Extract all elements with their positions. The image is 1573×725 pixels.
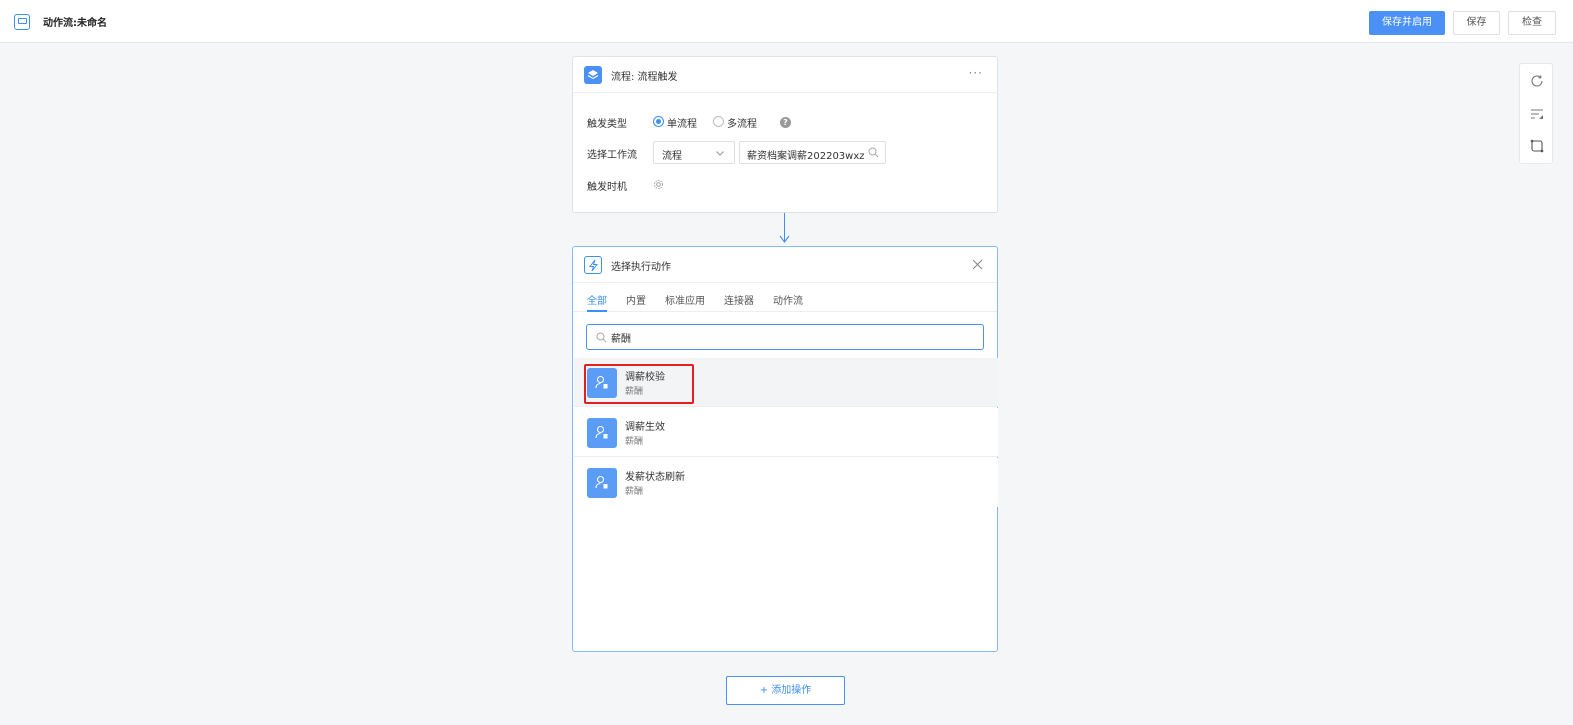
refresh-icon [1531,75,1543,87]
radio-multi-flow[interactable] [713,116,724,127]
save-button[interactable]: 保存 [1453,11,1500,35]
radio-single-flow-label: 单流程 [667,119,697,130]
trigger-time-label: 触发时机 [587,182,627,193]
sort-tool[interactable] [1520,99,1554,131]
user-badge-icon [587,468,617,498]
trigger-card-title: 流程: 流程触发 [611,72,678,83]
action-search-box[interactable] [586,324,984,350]
highlight-box [584,364,694,404]
list-item[interactable]: 调薪生效 薪酬 [574,408,998,457]
action-card-header: 选择执行动作 [573,247,997,283]
search-icon[interactable] [868,147,879,158]
list-item[interactable]: 发薪状态刷新 薪酬 [574,458,998,507]
active-tab-indicator [587,310,607,312]
result-category: 薪酬 [625,437,644,447]
chevron-down-icon [716,151,724,156]
action-card-title: 选择执行动作 [611,262,671,273]
tab-standard-apps[interactable]: 标准应用 [665,292,705,307]
result-name: 调薪生效 [625,422,665,433]
result-category: 薪酬 [625,487,644,497]
workflow-input[interactable]: 薪资档案调薪202203wxz [739,141,886,164]
workflow-input-value: 薪资档案调薪202203wxz [747,151,865,162]
bolt-icon [584,256,602,274]
more-icon[interactable]: ··· [969,66,983,80]
save-and-enable-button[interactable]: 保存并启用 [1369,11,1445,35]
action-selector-card: 选择执行动作 全部 内置 标准应用 连接器 动作流 调薪校验 薪酬 [572,246,998,652]
page-title: 动作流:未命名 [43,18,107,29]
list-item[interactable]: 调薪校验 薪酬 [574,358,998,407]
select-workflow-label: 选择工作流 [587,150,637,161]
refresh-tool[interactable] [1520,66,1554,98]
gear-icon[interactable] [653,179,664,190]
check-button[interactable]: 检查 [1508,11,1556,35]
search-icon [596,332,607,343]
arrow-down-icon [779,235,790,243]
tab-action-flows[interactable]: 动作流 [773,292,803,307]
frame-icon [1530,139,1544,153]
trigger-type-label: 触发类型 [587,119,627,130]
workflow-type-value: 流程 [662,151,682,162]
result-name: 发薪状态刷新 [625,472,685,483]
help-icon[interactable]: ? [780,117,791,128]
add-operation-button[interactable]: + 添加操作 [726,676,845,705]
action-tabs: 全部 内置 标准应用 连接器 动作流 [573,284,997,312]
frame-tool[interactable] [1520,131,1554,163]
radio-multi-flow-label: 多流程 [727,119,757,130]
radio-single-flow[interactable] [653,116,664,127]
canvas-toolbar [1519,63,1553,164]
sort-icon [1531,109,1543,119]
trigger-node-card[interactable]: 流程: 流程触发 ··· [572,56,998,213]
close-icon[interactable] [972,259,983,270]
tab-connectors[interactable]: 连接器 [724,292,754,307]
tab-all[interactable]: 全部 [587,292,607,307]
tab-builtin[interactable]: 内置 [626,292,646,307]
app-window-icon [14,14,30,30]
layers-icon [584,66,602,84]
action-search-input[interactable] [611,330,971,344]
trigger-card-header: 流程: 流程触发 ··· [573,57,997,93]
workflow-type-select[interactable]: 流程 [653,141,735,164]
user-badge-icon [587,418,617,448]
top-bar: 动作流:未命名 保存并启用 保存 检查 [0,0,1573,43]
